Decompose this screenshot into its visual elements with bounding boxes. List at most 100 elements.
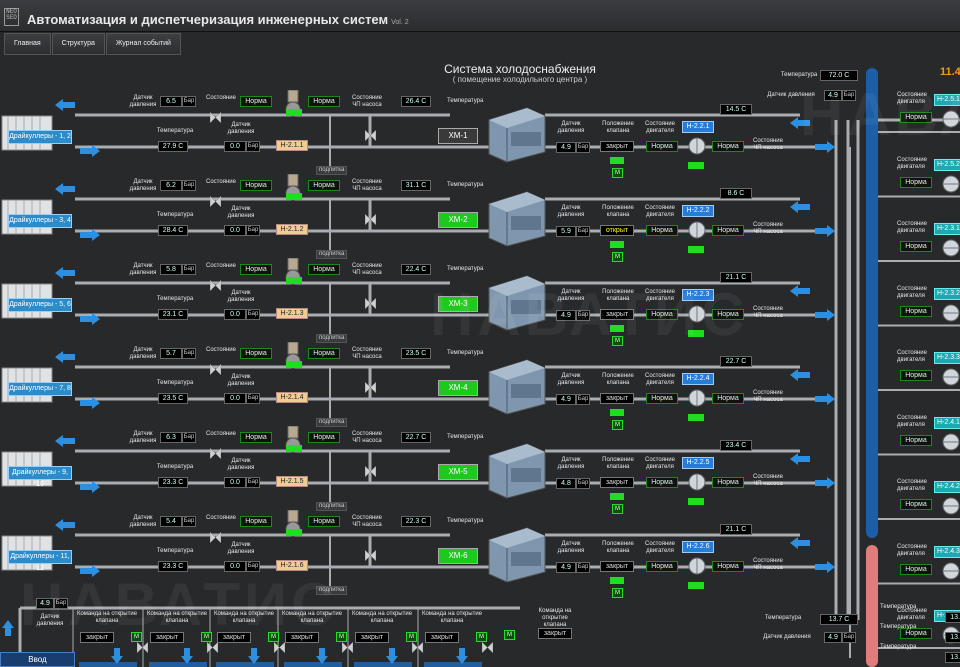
temp-label: Температура [156, 380, 194, 386]
temp-label: Температура [156, 128, 194, 134]
state-norm: Норма [240, 432, 272, 443]
motor-state-norm: Норма [900, 563, 932, 575]
valve-icon [209, 446, 222, 460]
pump-id[interactable]: Н-2.1.2 [276, 224, 308, 235]
right-temp-value: 13.7 [945, 632, 960, 643]
arrow-left-icon [55, 434, 75, 447]
arrow-left-icon [55, 266, 75, 279]
right-pump-button[interactable]: Н-2.5.2 [934, 158, 960, 171]
arrow-right-icon [815, 392, 835, 405]
motor-state-norm: Норма [900, 305, 932, 317]
hot-temp-value: 22.4 С [401, 264, 431, 275]
state-label: Состояние [206, 263, 236, 269]
valve-icon [341, 640, 354, 654]
motor-state-label: Состояние двигателя [897, 479, 927, 492]
valve-icon [364, 212, 377, 226]
right-pump-button[interactable]: Н-2.3.1 [934, 223, 960, 235]
pump-state-norm: Норма [712, 141, 744, 152]
pressure-label: Датчик давления [227, 374, 255, 387]
temp-label: Температура [447, 266, 484, 272]
drycooler-button[interactable]: Драйкуллеры - 5, 6 [8, 298, 72, 312]
arrow-down-icon [386, 648, 398, 664]
temp-label: Температура [156, 296, 194, 302]
valve-icon [481, 640, 494, 654]
pump-id[interactable]: Н-2.1.4 [276, 392, 308, 403]
watermark-right: НАВАТИС [800, 81, 960, 148]
podpitka-label: подпитка [316, 250, 348, 259]
pressure-unit: Бар [842, 632, 856, 643]
manual-mode-badge: М [504, 630, 515, 640]
return-header [866, 545, 878, 667]
drycooler-button[interactable]: Драйкуллеры - 9, 10 [8, 466, 72, 488]
temp-label: Температура [447, 434, 484, 440]
temp-label: Температура [447, 182, 484, 188]
valve-pos-label: Положение клапана [602, 205, 634, 218]
temp-label: Температура [880, 604, 917, 610]
right-pump-button[interactable]: Н-2.4.3 [934, 545, 960, 558]
return-pressure-value: 4.9 [824, 632, 842, 643]
chiller-status-button[interactable]: ХМ-6 [438, 548, 478, 564]
arrow-down-icon [456, 648, 468, 664]
pressure-label: Датчик давления [557, 373, 585, 386]
pressure-label: Датчик давления [129, 179, 157, 192]
chiller-status-button[interactable]: ХМ-2 [438, 212, 478, 228]
secondary-pump-button[interactable]: Н-2.2.2 [682, 205, 714, 217]
pressure-label: Датчик давления [227, 458, 255, 471]
arrow-left-icon [790, 536, 810, 549]
motor-state-norm: Норма [900, 434, 932, 446]
secondary-pump-button[interactable]: Н-2.2.5 [682, 457, 714, 469]
chiller-status-button[interactable]: ХМ-4 [438, 380, 478, 396]
secondary-pump-button[interactable]: Н-2.2.4 [682, 373, 714, 385]
fan-icon [942, 238, 960, 258]
secondary-pump-button[interactable]: Н-2.2.1 [682, 121, 714, 133]
pressure-label: Датчик давления [227, 122, 255, 135]
valve-icon [364, 296, 377, 310]
pressure-value: 0.0 [224, 477, 246, 488]
right-temp-value: 13.7 [945, 612, 960, 623]
fan-icon [942, 174, 960, 194]
chiller-pressure-value: 4.9 [556, 142, 576, 153]
valve-icon [364, 128, 377, 142]
return-temp-value: 21.1 С [720, 524, 752, 535]
pump-id[interactable]: Н-2.1.5 [276, 476, 308, 487]
motor-state-norm: Норма [900, 241, 932, 252]
pump-id[interactable]: Н-2.1.3 [276, 308, 308, 319]
bottom-button [424, 662, 482, 667]
right-pump-button[interactable]: Н-2.3.3 [934, 352, 960, 364]
right-pump-button[interactable]: Н-2.4.2 [934, 481, 960, 493]
secondary-pump-button[interactable]: Н-2.2.6 [682, 541, 714, 553]
podpitka-label: подпитка [316, 502, 348, 511]
drycooler-button[interactable]: Драйкуллеры - 7, 8 [8, 382, 72, 396]
chiller-unit [487, 358, 547, 416]
pump-icon [686, 136, 708, 164]
pump-id[interactable]: Н-2.1.1 [276, 140, 308, 151]
motor-state-label: Состояние двигателя [897, 285, 927, 299]
pressure-label: Датчик давления [227, 290, 255, 303]
chiller-status-button[interactable]: ХМ-1 [438, 128, 478, 144]
drycooler-button[interactable]: Драйкуллеры - 11, 12 [8, 550, 72, 572]
valve-indicator [610, 493, 624, 500]
state-norm: Норма [240, 264, 272, 275]
pressure-unit: Бар [576, 394, 590, 405]
arrow-left-icon [790, 368, 810, 381]
state-label: Состояние [206, 515, 236, 521]
valve-pos-label: Положение клапана [602, 457, 634, 470]
pump-state-norm: Норма [308, 180, 340, 191]
drycooler-button[interactable]: Драйкуллеры - 1, 2 [8, 130, 72, 144]
pump-state-norm: Норма [712, 477, 744, 488]
pump-state-label: Состояние ЧП насоса [352, 95, 382, 108]
drycooler-button[interactable]: Драйкуллеры - 3, 4 [8, 214, 72, 228]
pressure-value: 5.8 [160, 264, 182, 275]
pressure-value: 0.0 [224, 393, 246, 404]
temp-label: Температура [447, 350, 484, 356]
pressure-label: Датчик давления [129, 263, 157, 276]
vvod-button[interactable]: Ввод [0, 652, 75, 667]
right-pump-button[interactable]: Н-2.4.1 [934, 416, 960, 429]
pump-state-norm: Норма [308, 432, 340, 443]
chiller-status-button[interactable]: ХМ-5 [438, 464, 478, 480]
pressure-label: Датчик давления [227, 542, 255, 555]
pump-run-indicator [286, 277, 302, 284]
temp-label: Температура [447, 98, 484, 104]
valve-state: закрыт [600, 561, 634, 572]
right-pump-button[interactable]: Н-2.3.2 [934, 287, 960, 300]
